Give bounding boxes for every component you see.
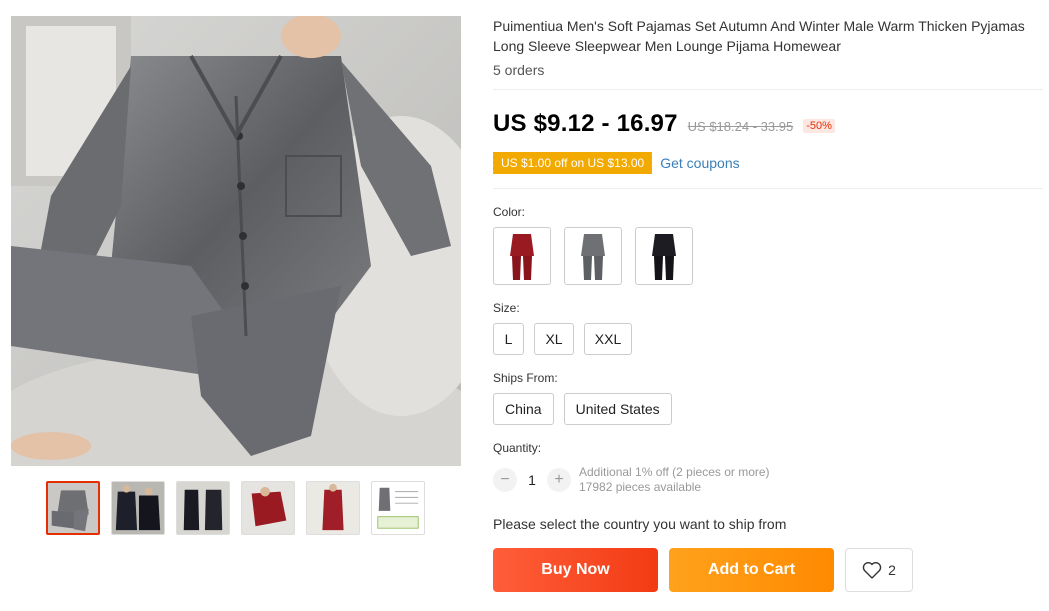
size-option-xl[interactable]: XL — [534, 323, 574, 355]
quantity-value[interactable]: 1 — [517, 472, 547, 488]
ships-from-section: Ships From: China United States — [493, 371, 1043, 425]
heart-icon — [862, 562, 882, 579]
thumbnail-red-on-bed[interactable] — [241, 481, 295, 535]
original-price: US $18.24 - 33.95 — [687, 119, 794, 134]
thumbnail-gray-velvet[interactable] — [46, 481, 100, 535]
color-option-red[interactable] — [493, 227, 551, 285]
quantity-stepper: − 1 + Additional 1% off (2 pieces or mor… — [493, 465, 1043, 495]
size-section: Size: L XL XXL — [493, 301, 1043, 355]
quantity-decrease-button[interactable]: − — [493, 468, 517, 492]
divider — [493, 89, 1043, 90]
divider — [493, 188, 1043, 189]
size-option-l[interactable]: L — [493, 323, 524, 355]
product-title: Puimentiua Men's Soft Pajamas Set Autumn… — [493, 18, 1025, 54]
stock-available: 17982 pieces available — [579, 480, 702, 494]
thumbnail-strip — [46, 481, 425, 535]
thumbnail-red-standing[interactable] — [306, 481, 360, 535]
add-to-cart-button[interactable]: Add to Cart — [669, 548, 834, 592]
color-section: Color: — [493, 205, 1043, 285]
coupon-row: US $1.00 off on US $13.00 Get coupons — [490, 152, 1043, 174]
color-option-black[interactable] — [635, 227, 693, 285]
quantity-note: Additional 1% off (2 pieces or more) 179… — [579, 465, 770, 495]
wishlist-count: 2 — [888, 562, 896, 578]
thumbnail-black-standing[interactable] — [176, 481, 230, 535]
quantity-increase-button[interactable]: + — [547, 468, 571, 492]
bulk-discount-note: Additional 1% off (2 pieces or more) — [579, 465, 770, 479]
order-count: 5 orders — [493, 62, 545, 78]
color-label: Color: — [493, 205, 526, 219]
product-info: Puimentiua Men's Soft Pajamas Set Autumn… — [490, 16, 1043, 592]
main-product-image[interactable] — [11, 16, 461, 466]
quantity-section: Quantity: − 1 + Additional 1% off (2 pie… — [493, 441, 1043, 495]
wishlist-button[interactable]: 2 — [845, 548, 913, 592]
ships-from-options: China United States — [493, 393, 1043, 425]
size-label: Size: — [493, 301, 520, 315]
color-option-gray[interactable] — [564, 227, 622, 285]
current-price: US $9.12 - 16.97 — [493, 110, 678, 137]
get-coupons-link[interactable]: Get coupons — [660, 155, 739, 171]
red-pajama-icon — [510, 234, 534, 280]
thumbnail-size-chart[interactable] — [371, 481, 425, 535]
thumbnail-navy-pair[interactable] — [111, 481, 165, 535]
discount-badge: -50% — [803, 119, 835, 133]
action-buttons: Buy Now Add to Cart 2 — [493, 548, 1043, 592]
ships-from-china[interactable]: China — [493, 393, 554, 425]
coupon-tag: US $1.00 off on US $13.00 — [490, 152, 653, 174]
gray-pajama-icon — [581, 234, 605, 280]
ships-from-label: Ships From: — [493, 371, 558, 385]
color-options — [493, 227, 1043, 285]
ship-country-note: Please select the country you want to sh… — [493, 516, 787, 532]
price-row: US $9.12 - 16.97 US $18.24 - 33.95 -50% — [493, 110, 1043, 138]
quantity-label: Quantity: — [493, 441, 542, 455]
size-options: L XL XXL — [493, 323, 1043, 355]
buy-now-button[interactable]: Buy Now — [493, 548, 658, 592]
black-pajama-icon — [652, 234, 676, 280]
ships-from-united-states[interactable]: United States — [563, 393, 672, 425]
size-option-xxl[interactable]: XXL — [584, 323, 632, 355]
